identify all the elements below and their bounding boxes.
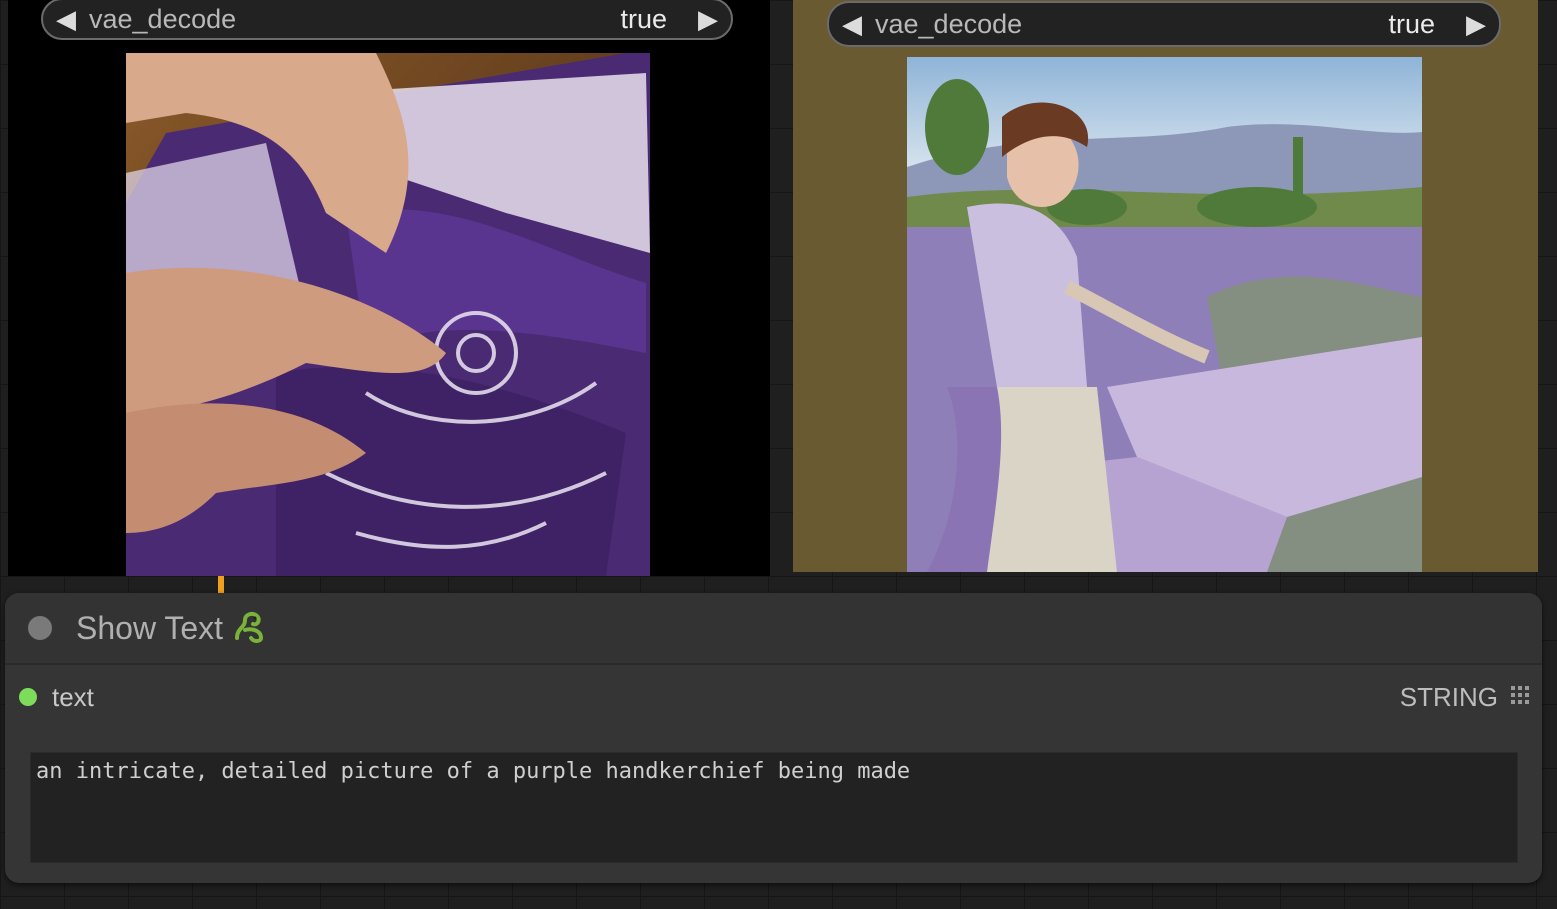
vae-decode-combo-right[interactable]: ◀ vae_decode true ▶ (827, 1, 1501, 47)
triangle-left-icon[interactable]: ◀ (829, 9, 875, 40)
triangle-right-icon[interactable]: ▶ (1453, 9, 1499, 40)
node-header[interactable]: Show Text (5, 593, 1542, 665)
preview-node-left[interactable]: ◀ vae_decode true ▶ (8, 0, 770, 576)
combo-value: true (1388, 8, 1435, 39)
preview-node-right[interactable]: ◀ vae_decode true ▶ (793, 0, 1538, 572)
link-wire[interactable] (218, 576, 224, 594)
combo-value: true (620, 3, 667, 34)
node-title: Show Text (76, 609, 224, 646)
preview-image-right (907, 57, 1422, 572)
show-text-node[interactable]: Show Text text STRING an intricate, deta… (5, 593, 1542, 883)
node-canvas[interactable]: ◀ vae_decode true ▶ ◀ vae_decode true ▶ … (0, 0, 1557, 909)
combo-label: vae_decode (89, 3, 237, 34)
output-slot-dot[interactable] (19, 688, 37, 706)
vae-decode-combo-left[interactable]: ◀ vae_decode true ▶ (41, 0, 733, 40)
collapse-toggle[interactable] (28, 616, 52, 640)
preview-image-left (126, 53, 650, 576)
output-slot-row: text STRING (5, 679, 1542, 715)
snake-icon (231, 608, 267, 649)
triangle-right-icon[interactable]: ▶ (685, 4, 731, 35)
text-output-area[interactable]: an intricate, detailed picture of a purp… (30, 752, 1518, 863)
output-type-label: STRING (1399, 681, 1498, 712)
triangle-left-icon[interactable]: ◀ (43, 4, 89, 35)
combo-label: vae_decode (875, 8, 1023, 39)
output-slot-label: text (52, 681, 94, 712)
grid-dots-icon[interactable] (1510, 685, 1530, 710)
